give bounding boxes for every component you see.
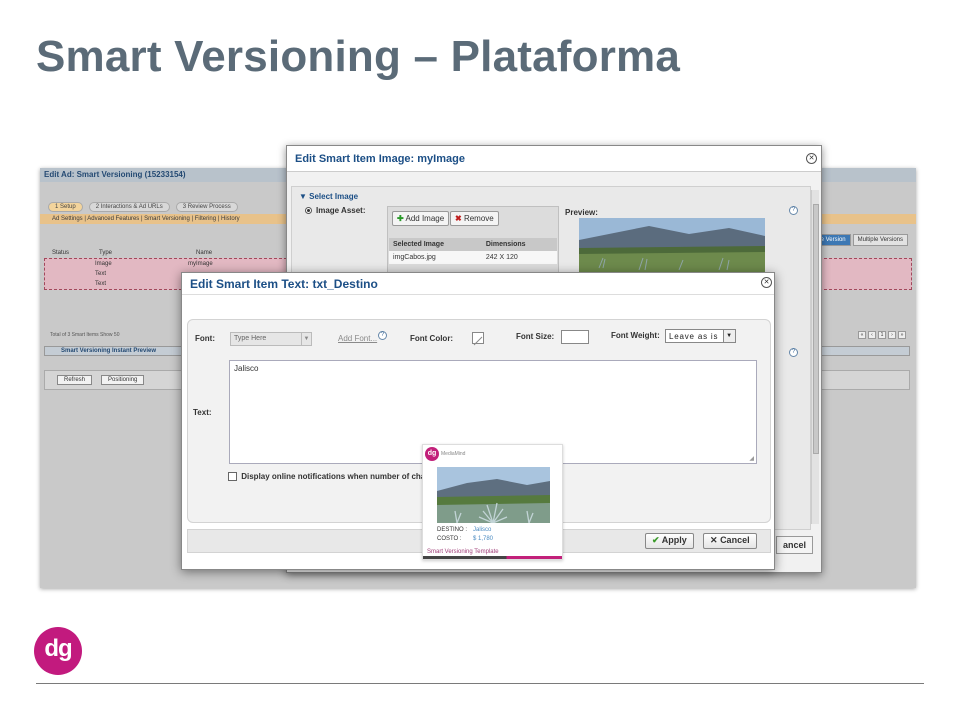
image-asset-label: Image Asset: — [316, 206, 366, 215]
column-name: Name — [196, 250, 213, 256]
version-tabs: ple Version Multiple Versions — [810, 234, 908, 246]
image-dimensions: 242 X 120 — [481, 251, 557, 264]
refresh-button[interactable]: Refresh — [57, 375, 93, 385]
column-selected-image: Selected Image — [389, 238, 482, 251]
tab-review-process[interactable]: 3 Review Process — [175, 202, 238, 212]
font-color-label: Font Color: — [410, 334, 454, 343]
radio-icon[interactable] — [305, 207, 312, 215]
next-page-button[interactable]: › — [888, 331, 896, 339]
font-select-value: Type Here — [234, 335, 267, 342]
prev-page-button[interactable]: ‹ — [868, 331, 876, 339]
close-icon[interactable]: ✕ — [761, 277, 772, 288]
edit-ad-title: Edit Ad: Smart Versioning (15233154) — [44, 170, 186, 179]
add-image-button[interactable]: ✚ Add Image — [392, 211, 450, 226]
image-dialog-title: Edit Smart Item Image: myImage — [295, 153, 465, 165]
plus-icon: ✚ — [397, 214, 404, 223]
remove-label: Remove — [463, 214, 494, 223]
page-number-input[interactable]: 1 — [878, 331, 886, 339]
table-row[interactable]: Text — [95, 281, 106, 287]
preview-label: Preview: — [565, 208, 598, 217]
remove-image-button[interactable]: ✖ Remove — [450, 211, 499, 226]
slide-title: Smart Versioning – Plataforma — [36, 32, 681, 81]
image-cancel-button[interactable]: ancel — [775, 536, 813, 554]
apply-label: Apply — [661, 535, 687, 545]
costo-row: COSTO : $ 1,780 — [437, 536, 493, 542]
text-label: Text: — [193, 408, 212, 417]
costo-label: COSTO : — [437, 536, 462, 542]
table-row[interactable]: Text — [95, 271, 106, 277]
image-asset-radio[interactable]: Image Asset: — [305, 206, 366, 215]
row-name: myImage — [188, 261, 213, 267]
text-dialog-title: Edit Smart Item Text: txt_Destino — [190, 277, 378, 291]
items-count: Total of 3 Smart Items Show 50 — [50, 332, 120, 338]
table-row[interactable]: Image myImage — [95, 261, 213, 267]
remove-icon: ✖ — [455, 214, 462, 223]
cancel-button[interactable]: ✕ Cancel — [703, 533, 757, 549]
font-label: Font: — [195, 334, 215, 343]
tab-multiple-versions[interactable]: Multiple Versions — [852, 234, 908, 246]
column-status: Status — [52, 250, 70, 256]
add-font-link[interactable]: Add Font... — [338, 334, 377, 343]
footer-divider — [36, 683, 924, 684]
check-icon: ✔ — [652, 535, 660, 545]
wizard-tabs: 1 Setup 2 Interactions & Ad URLs 3 Revie… — [48, 202, 238, 212]
cancel-label: Cancel — [720, 535, 750, 545]
scroll-thumb[interactable] — [813, 204, 819, 454]
selected-image-table: Selected Image Dimensions imgCabos.jpg 2… — [389, 238, 557, 264]
tab-interactions[interactable]: 2 Interactions & Ad URLs — [88, 202, 170, 212]
destino-row: DESTINO : Jalisco — [437, 527, 491, 533]
text-input-value: Jalisco — [234, 364, 259, 373]
ad-footer-bar — [423, 556, 562, 559]
destino-value: Jalisco — [473, 527, 492, 533]
help-icon[interactable]: ? — [789, 348, 798, 357]
text-dialog-header: Edit Smart Item Text: txt_Destino ✕ — [182, 273, 774, 295]
help-icon[interactable]: ? — [789, 206, 798, 215]
font-weight-select[interactable]: Leave as is ▼ — [665, 329, 736, 343]
positioning-button[interactable]: Positioning — [101, 375, 145, 385]
ad-brand-name: MediaMind — [441, 451, 466, 457]
pager: « ‹ 1 › » — [858, 331, 906, 339]
font-select[interactable]: Type Here ▼ — [230, 332, 312, 346]
font-size-label: Font Size: — [516, 332, 555, 341]
last-page-button[interactable]: » — [898, 331, 906, 339]
ad-landscape-image — [437, 467, 550, 523]
tab-setup[interactable]: 1 Setup — [48, 202, 83, 212]
costo-value: $ 1,780 — [473, 536, 494, 542]
font-size-input[interactable] — [561, 330, 589, 344]
row-type: Image — [95, 261, 112, 267]
checkbox-icon[interactable] — [228, 472, 237, 482]
template-label: Smart Versioning Template — [427, 549, 499, 555]
close-icon: ✕ — [710, 535, 718, 545]
help-icon[interactable]: ? — [378, 331, 387, 340]
ad-preview-card: dg MediaMind DESTINO : Jalisco COSTO : $… — [422, 444, 563, 560]
resize-grip-icon[interactable]: ◢ — [749, 455, 754, 462]
apply-button[interactable]: ✔ Apply — [645, 533, 694, 549]
column-type: Type — [99, 250, 113, 256]
select-image-toggle[interactable]: ▼ Select Image — [299, 192, 358, 201]
table-row[interactable]: imgCabos.jpg 242 X 120 — [389, 251, 557, 264]
scrollbar[interactable] — [811, 190, 819, 524]
close-icon[interactable]: ✕ — [806, 153, 817, 164]
destino-label: DESTINO : — [437, 527, 468, 533]
add-image-label: Add Image — [405, 214, 445, 223]
row-type: Text — [95, 271, 107, 277]
notifications-checkbox[interactable]: Display online notifications when number… — [228, 472, 433, 482]
dg-logo: dg — [34, 627, 82, 675]
image-dialog-header: Edit Smart Item Image: myImage ✕ — [287, 146, 821, 172]
chevron-down-icon[interactable]: ▼ — [301, 333, 311, 345]
brand-logo-small: dg — [425, 447, 439, 461]
font-weight-label: Font Weight: — [611, 331, 660, 340]
font-color-picker[interactable] — [472, 332, 484, 346]
first-page-button[interactable]: « — [858, 331, 866, 339]
smart-items-table-header: Status Type Name — [52, 250, 212, 256]
landscape-preview-image — [579, 218, 765, 274]
notifications-label: Display online notifications when number… — [241, 472, 433, 481]
row-type: Text — [95, 281, 107, 287]
font-weight-value: Leave as is — [669, 332, 719, 341]
chevron-down-icon[interactable]: ▼ — [723, 330, 735, 342]
image-filename: imgCabos.jpg — [389, 251, 482, 264]
column-dimensions: Dimensions — [481, 238, 557, 251]
